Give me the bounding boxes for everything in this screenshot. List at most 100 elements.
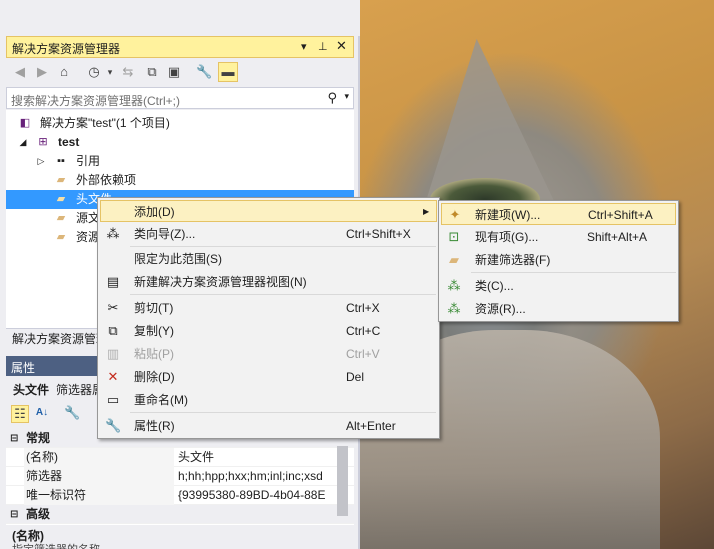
menu-item-add[interactable]: 添加(D) ▶ (100, 200, 437, 222)
menu-item-label: 新建筛选器(F) (475, 253, 551, 267)
property-name-text: 筛选器 (26, 469, 63, 483)
folder-icon: ▰ (56, 174, 66, 186)
menu-item-label: 属性(R) (134, 419, 175, 433)
menu-item-label: 新建项(W)... (475, 208, 541, 222)
property-row[interactable]: (名称) 头文件 (6, 448, 354, 467)
menu-item-label: 类向导(Z)... (134, 227, 196, 241)
menu-item-delete[interactable]: ✕ 删除(D) Del (98, 366, 439, 388)
menu-item-label: 资源(R)... (475, 302, 526, 316)
class-wizard-icon: ⁂ (106, 226, 120, 241)
context-menu: 添加(D) ▶ ⁂ 类向导(Z)... Ctrl+Shift+X 限定为此范围(… (97, 197, 440, 439)
solution-explorer-title: 解决方案资源管理器 (12, 42, 121, 56)
menu-item-label: 限定为此范围(S) (134, 252, 222, 266)
rename-icon: ▭ (106, 392, 120, 407)
tree-item-external-deps[interactable]: ▰ 外部依赖项 (6, 171, 354, 190)
tree-item-label: 外部依赖项 (76, 173, 137, 187)
menu-item-shortcut: Ctrl+C (346, 324, 381, 338)
new-view-icon: ▤ (106, 274, 120, 289)
forward-icon[interactable]: ▶ (34, 64, 50, 80)
properties-wrench-icon[interactable]: 🔧 (196, 64, 212, 80)
scissors-icon: ✂ (107, 300, 119, 315)
tree-item-references[interactable]: ▷ ▪▪ 引用 (6, 152, 354, 171)
preview-selected-icon[interactable]: ▬ (218, 62, 238, 82)
object-name: 头文件 (13, 383, 50, 397)
new-filter-icon: ▰ (449, 252, 459, 267)
chevron-down-icon[interactable]: ▾ (102, 64, 118, 80)
tree-item-solution[interactable]: ◧ 解决方案"test"(1 个项目) (6, 114, 354, 133)
property-name: 筛选器 (24, 467, 174, 486)
menu-item-shortcut: Alt+Enter (346, 419, 396, 433)
property-description: (名称) 指定筛选器的名称 (6, 525, 354, 549)
property-value[interactable]: 头文件 (178, 448, 338, 467)
solution-search-box[interactable]: 搜索解决方案资源管理器(Ctrl+;) ⚲ ▾ (6, 87, 354, 109)
home-icon[interactable]: ⌂ (56, 64, 72, 80)
menu-item-shortcut: Del (346, 370, 365, 384)
category-advanced[interactable]: ⊟ 高级 (6, 505, 354, 524)
description-text: 指定筛选器的名称 (12, 541, 100, 549)
menu-separator (130, 294, 436, 295)
menu-separator (130, 412, 436, 413)
scrollbar-thumb[interactable] (337, 446, 348, 516)
menu-separator (130, 246, 436, 247)
back-icon[interactable]: ◀ (12, 64, 28, 80)
categorized-icon[interactable]: ☷ (11, 405, 29, 423)
class-icon: ⁂ (447, 278, 461, 293)
menu-item-new-item[interactable]: ✦ 新建项(W)... Ctrl+Shift+A (441, 203, 676, 225)
collapsed-arrow-icon[interactable]: ▷ (34, 154, 48, 168)
top-strip (0, 0, 360, 36)
property-pages-icon[interactable]: 🔧 (64, 405, 80, 421)
expanded-arrow-icon[interactable]: ◢ (16, 135, 30, 149)
menu-item-new-view[interactable]: ▤ 新建解决方案资源管理器视图(N) (98, 271, 439, 293)
collapse-icon[interactable]: ⊟ (10, 429, 18, 448)
project-icon: ⊞ (38, 136, 48, 148)
property-value[interactable]: h;hh;hpp;hxx;hm;inl;inc;xsd (178, 467, 338, 486)
menu-item-label: 删除(D) (134, 370, 175, 384)
tree-item-label: test (58, 135, 80, 149)
search-placeholder: 搜索解决方案资源管理器(Ctrl+;) (11, 94, 180, 108)
menu-item-label: 复制(Y) (134, 324, 174, 338)
solution-icon: ◧ (19, 117, 31, 129)
menu-item-class[interactable]: ⁂ 类(C)... (439, 275, 678, 297)
new-item-icon: ✦ (449, 207, 461, 222)
menu-item-properties[interactable]: 🔧 属性(R) Alt+Enter (98, 415, 439, 437)
existing-item-icon: ⊡ (448, 229, 460, 244)
dropdown-icon[interactable]: ▾ (301, 40, 307, 53)
resource-icon: ⁂ (447, 301, 461, 316)
category-label: 高级 (26, 507, 51, 521)
menu-item-label: 添加(D) (134, 205, 175, 219)
property-row[interactable]: 唯一标识符 {93995380-89BD-4b04-88E (6, 486, 354, 505)
search-options-icon[interactable]: ▾ (344, 91, 349, 102)
property-row[interactable]: 筛选器 h;hh;hpp;hxx;hm;inl;inc;xsd (6, 467, 354, 486)
show-all-files-icon[interactable]: ▣ (166, 64, 182, 80)
property-name-text: (名称) (26, 450, 58, 464)
menu-item-copy[interactable]: ⧉ 复制(Y) Ctrl+C (98, 320, 439, 342)
menu-item-label: 剪切(T) (134, 301, 174, 315)
menu-item-label: 新建解决方案资源管理器视图(N) (134, 275, 307, 289)
menu-item-label: 类(C)... (475, 279, 514, 293)
history-icon[interactable]: ◷ (86, 64, 102, 80)
property-grid: ⊟ 常规 (名称) 头文件 筛选器 h;hh;hpp;hxx;hm;inl;in… (6, 429, 354, 549)
menu-item-cut[interactable]: ✂ 剪切(T) Ctrl+X (98, 297, 439, 319)
menu-item-new-filter[interactable]: ▰ 新建筛选器(F) (439, 249, 678, 271)
menu-item-paste[interactable]: ▥ 粘贴(P) Ctrl+V (98, 343, 439, 365)
menu-item-rename[interactable]: ▭ 重命名(M) (98, 389, 439, 411)
menu-item-existing-item[interactable]: ⊡ 现有项(G)... Shift+Alt+A (439, 226, 678, 248)
collapse-icon[interactable]: ⊟ (10, 505, 18, 524)
alphabetical-icon[interactable]: A↓ (34, 405, 50, 421)
copy-icon: ⧉ (108, 323, 118, 338)
menu-item-class-wizard[interactable]: ⁂ 类向导(Z)... Ctrl+Shift+X (98, 223, 439, 245)
add-submenu: ✦ 新建项(W)... Ctrl+Shift+A ⊡ 现有项(G)... Shi… (438, 200, 679, 322)
solution-explorer-titlebar[interactable]: 解决方案资源管理器 ▾ ⊥ ✕ (6, 36, 354, 58)
submenu-arrow-icon: ▶ (423, 207, 430, 216)
property-name: 唯一标识符 (24, 486, 174, 505)
close-icon[interactable]: ✕ (336, 38, 347, 54)
collapse-all-icon[interactable]: ⧉ (144, 64, 160, 80)
property-value[interactable]: {93995380-89BD-4b04-88E (178, 486, 338, 505)
pin-icon[interactable]: ⊥ (318, 40, 328, 53)
menu-item-resource[interactable]: ⁂ 资源(R)... (439, 298, 678, 320)
tree-item-label: 解决方案"test"(1 个项目) (40, 116, 170, 130)
tree-item-project[interactable]: ◢ ⊞ test (6, 133, 354, 152)
sync-icon[interactable]: ⇆ (120, 64, 136, 80)
menu-item-scope-to-this[interactable]: 限定为此范围(S) (98, 248, 439, 270)
search-icon[interactable]: ⚲ (327, 90, 337, 106)
